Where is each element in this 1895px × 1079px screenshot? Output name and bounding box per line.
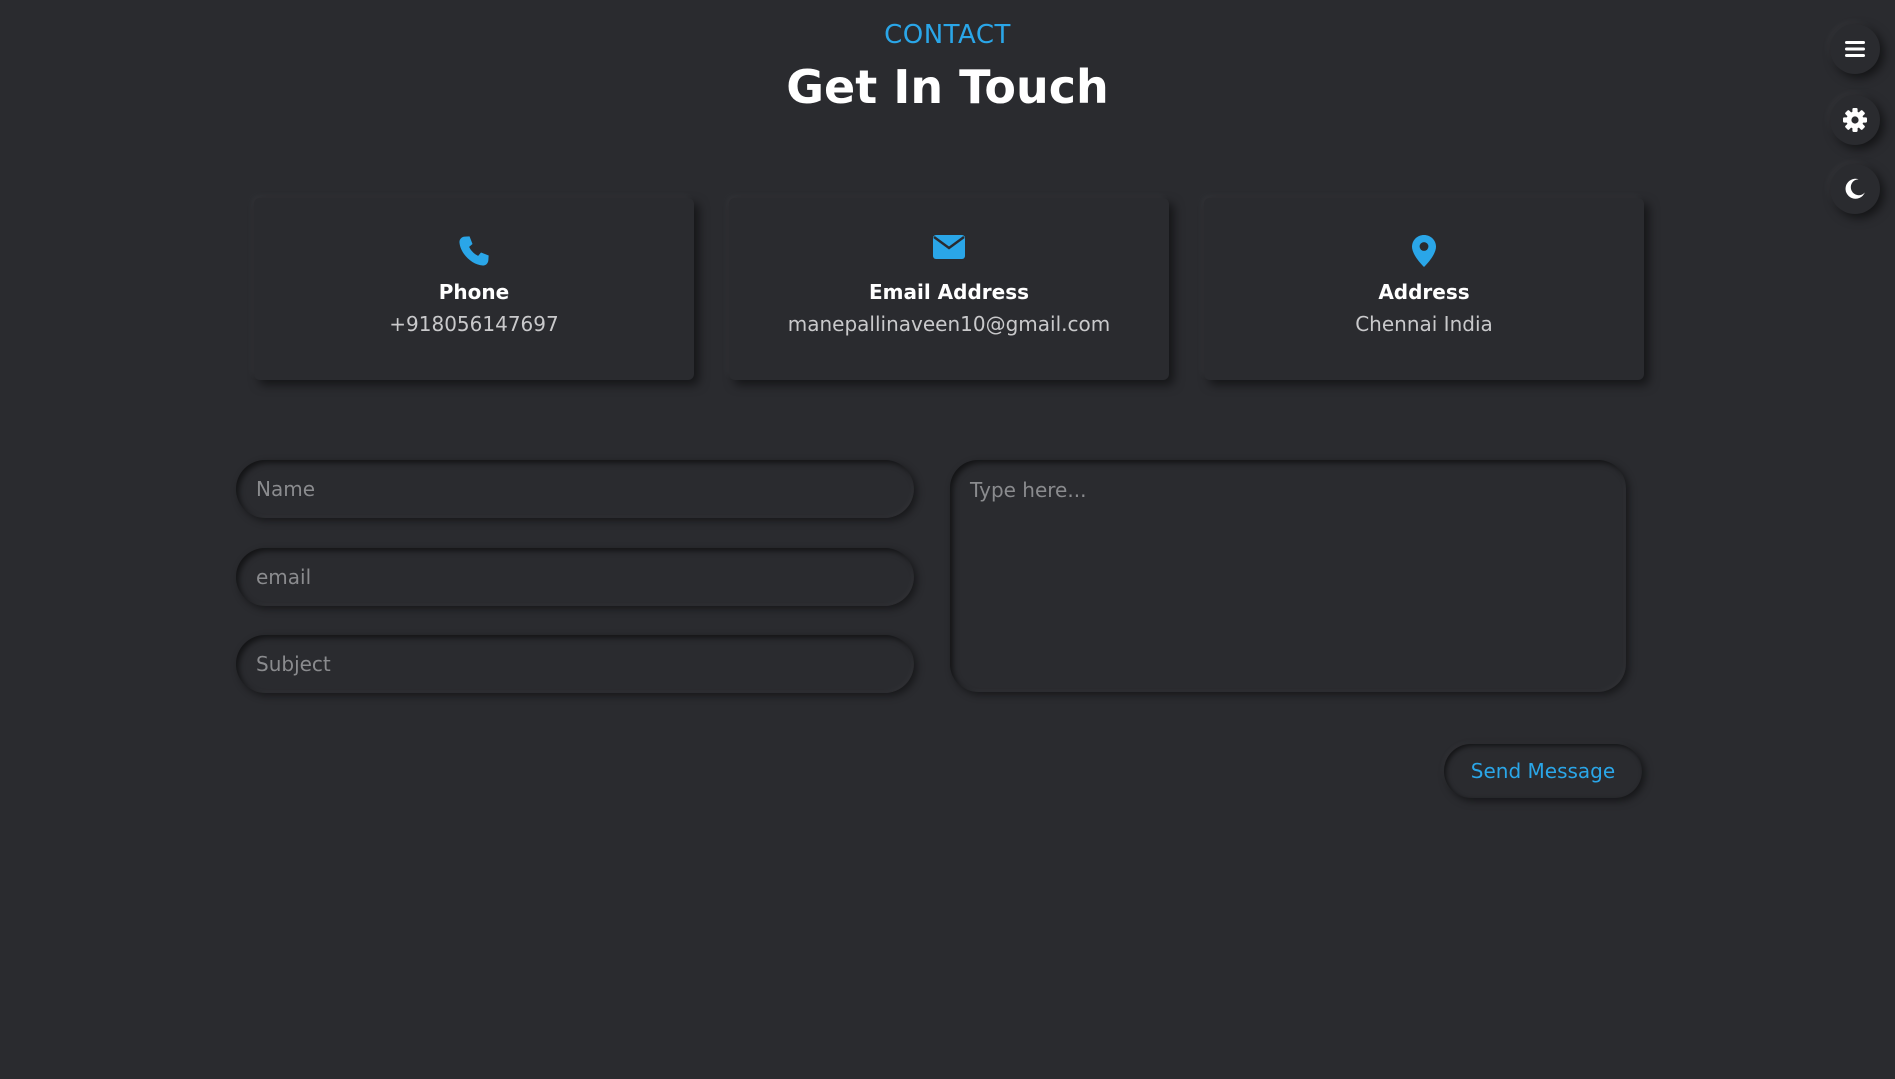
address-card: Address Chennai India xyxy=(1204,198,1644,380)
email-card: Email Address manepallinaveen10@gmail.co… xyxy=(729,198,1169,380)
contact-info-cards: Phone +918056147697 Email Address manepa… xyxy=(254,198,1644,380)
card-label: Phone xyxy=(438,280,510,304)
theme-toggle-button[interactable] xyxy=(1830,164,1880,214)
email-input[interactable] xyxy=(236,548,914,606)
send-message-button[interactable]: Send Message xyxy=(1444,744,1642,798)
phone-card: Phone +918056147697 xyxy=(254,198,694,380)
envelope-icon xyxy=(932,234,966,264)
card-label: Address xyxy=(1378,280,1470,304)
settings-button[interactable] xyxy=(1830,95,1880,145)
message-textarea[interactable] xyxy=(950,460,1626,692)
moon-icon xyxy=(1843,177,1867,201)
phone-number: +918056147697 xyxy=(389,312,559,336)
section-kicker: CONTACT xyxy=(884,20,1011,50)
gear-icon xyxy=(1842,107,1868,133)
subject-input[interactable] xyxy=(236,635,914,693)
hamburger-menu-icon xyxy=(1844,39,1866,59)
email-address: manepallinaveen10@gmail.com xyxy=(787,312,1111,336)
page-title: Get In Touch xyxy=(786,60,1109,114)
phone-icon xyxy=(457,234,491,272)
name-input[interactable] xyxy=(236,460,914,518)
address-text: Chennai India xyxy=(1355,312,1493,336)
card-label: Email Address xyxy=(868,280,1030,304)
map-pin-icon xyxy=(1411,234,1437,272)
contact-page: CONTACT Get In Touch Phone +918056147697… xyxy=(0,0,1895,1079)
menu-button[interactable] xyxy=(1830,24,1880,74)
